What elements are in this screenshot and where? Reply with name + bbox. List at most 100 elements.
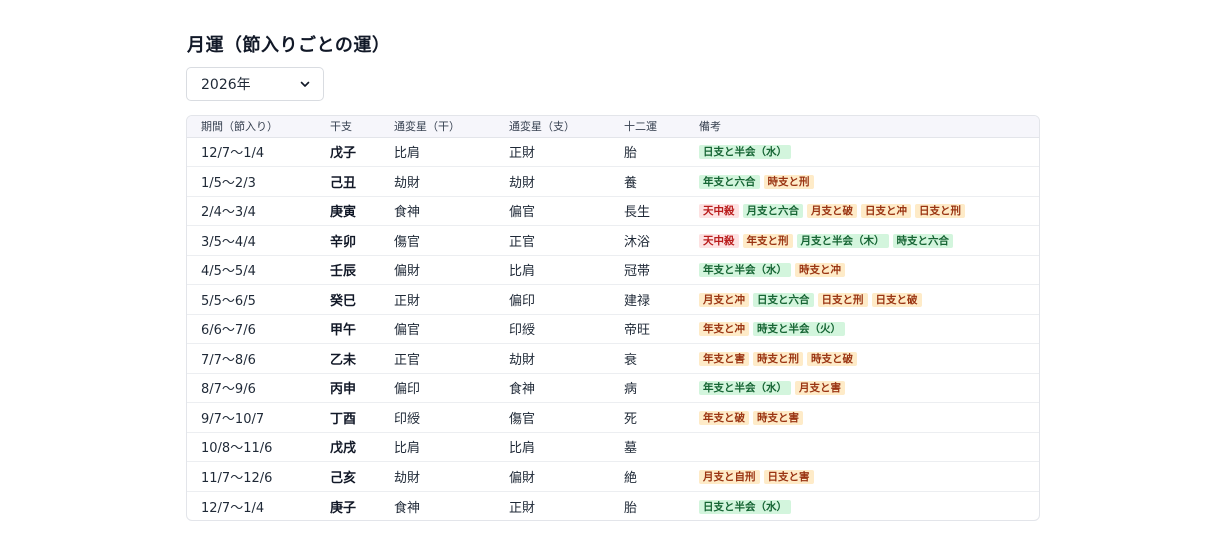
table-row: 7/7〜8/6 乙未 正官 劫財 衰 年支と害 時支と刑 時支と破 — [187, 344, 1039, 373]
note-badge: 年支と冲 — [699, 322, 749, 337]
note-badge: 日支と刑 — [915, 204, 965, 219]
tsuhen-shi-cell: 偏財 — [509, 470, 536, 486]
tsuhen-shi-cell: 傷官 — [509, 411, 536, 427]
note-badge: 年支と破 — [699, 410, 749, 425]
tsuhen-kan-cell: 印綬 — [394, 411, 421, 427]
page-title: 月運（節入りごとの運） — [187, 35, 391, 56]
tsuhen-shi-cell: 劫財 — [509, 352, 536, 368]
table-row: 10/8〜11/6 戊戌 比肩 比肩 墓 — [187, 432, 1039, 462]
kanshi-cell: 丙申 — [330, 382, 357, 398]
note-badge: 天中殺 — [699, 204, 739, 219]
note-badge: 月支と害 — [795, 381, 845, 396]
notes-cell: 日支と半会（水） — [685, 491, 1039, 520]
tsuhen-shi-cell: 比肩 — [509, 264, 536, 280]
juniun-cell: 養 — [624, 175, 638, 191]
header-tsuhen-kan: 通変星（干） — [394, 120, 460, 134]
header-period: 期間（節入り） — [201, 120, 278, 134]
juniun-cell: 建禄 — [624, 293, 651, 309]
juniun-cell: 死 — [624, 411, 638, 427]
note-badge: 日支と破 — [871, 292, 922, 307]
tsuhen-kan-cell: 比肩 — [394, 146, 421, 162]
notes-cell: 年支と半会（水） 時支と冲 — [685, 255, 1039, 285]
notes-cell: 年支と六合 時支と刑 — [685, 167, 1039, 197]
tsuhen-kan-cell: 比肩 — [394, 441, 421, 457]
chevron-down-icon — [300, 81, 310, 87]
notes-cell: 年支と半会（水） 月支と害 — [685, 373, 1039, 403]
tsuhen-shi-cell: 正財 — [509, 500, 536, 516]
notes-cell: 月支と自刑 日支と害 — [685, 462, 1039, 492]
note-badge: 日支と半会（水） — [699, 499, 791, 514]
juniun-cell: 絶 — [624, 470, 638, 486]
note-badge: 月支と破 — [807, 204, 857, 219]
period-cell: 5/5〜6/5 — [201, 293, 256, 309]
period-cell: 11/7〜12/6 — [201, 470, 273, 486]
note-badge: 時支と半会（火） — [753, 322, 845, 337]
kanshi-cell: 丁酉 — [330, 411, 357, 427]
table-row: 9/7〜10/7 丁酉 印綬 傷官 死 年支と破 時支と害 — [187, 403, 1039, 433]
period-cell: 12/7〜1/4 — [201, 146, 265, 162]
note-badge: 日支と害 — [763, 469, 814, 484]
period-cell: 1/5〜2/3 — [201, 175, 256, 191]
tsuhen-shi-cell: 正財 — [509, 146, 536, 162]
header-notes: 備考 — [699, 120, 721, 134]
period-cell: 8/7〜9/6 — [201, 382, 256, 398]
table-row: 6/6〜7/6 甲午 偏官 印綬 帝旺 年支と冲 時支と半会（火） — [187, 314, 1039, 344]
note-badge: 時支と破 — [807, 351, 857, 366]
year-select[interactable]: 2026年 — [186, 67, 324, 101]
note-badge: 年支と六合 — [699, 174, 760, 189]
tsuhen-kan-cell: 劫財 — [394, 470, 421, 486]
juniun-cell: 沐浴 — [624, 234, 651, 250]
tsuhen-shi-cell: 食神 — [509, 382, 536, 398]
note-badge: 年支と半会（水） — [699, 381, 791, 396]
note-badge: 月支と自刑 — [699, 469, 760, 484]
table-row: 12/7〜1/4 庚子 食神 正財 胎 日支と半会（水） — [187, 491, 1039, 520]
note-badge: 時支と害 — [753, 410, 803, 425]
note-badge: 日支と半会（水） — [699, 145, 791, 160]
header-tsuhen-shi: 通変星（支） — [509, 120, 575, 134]
tsuhen-shi-cell: 正官 — [509, 234, 536, 250]
note-badge: 日支と六合 — [753, 292, 814, 307]
tsuhen-shi-cell: 劫財 — [509, 175, 536, 191]
kanshi-cell: 癸巳 — [330, 293, 357, 309]
note-badge: 年支と刑 — [742, 233, 793, 248]
tsuhen-kan-cell: 偏印 — [394, 382, 421, 398]
tsuhen-shi-cell: 印綬 — [509, 323, 536, 339]
table-row: 4/5〜5/4 壬辰 偏財 比肩 冠帯 年支と半会（水） 時支と冲 — [187, 255, 1039, 285]
note-badge: 月支と冲 — [699, 292, 749, 307]
table-row: 1/5〜2/3 己丑 劫財 劫財 養 年支と六合 時支と刑 — [187, 167, 1039, 197]
tsuhen-kan-cell: 偏財 — [394, 264, 421, 280]
table-row: 5/5〜6/5 癸巳 正財 偏印 建禄 月支と冲 日支と六合 日支と刑 日支と破 — [187, 285, 1039, 315]
juniun-cell: 墓 — [624, 441, 638, 457]
notes-cell: 年支と破 時支と害 — [685, 403, 1039, 433]
tsuhen-kan-cell: 偏官 — [394, 323, 421, 339]
juniun-cell: 胎 — [624, 146, 638, 162]
kanshi-cell: 辛卯 — [330, 234, 357, 250]
notes-cell: 天中殺 年支と刑 月支と半会（木） 時支と六合 — [685, 226, 1039, 256]
table-row: 3/5〜4/4 辛卯 傷官 正官 沐浴 天中殺 年支と刑 月支と半会（木） 時支と六合 — [187, 226, 1039, 256]
kanshi-cell: 戊子 — [330, 146, 357, 162]
notes-cell — [685, 432, 1039, 462]
kanshi-cell: 甲午 — [330, 323, 357, 339]
juniun-cell: 長生 — [624, 205, 651, 221]
kanshi-cell: 庚子 — [330, 500, 357, 516]
period-cell: 6/6〜7/6 — [201, 323, 256, 339]
note-badge: 年支と半会（水） — [699, 263, 791, 278]
tsuhen-shi-cell: 比肩 — [509, 441, 536, 457]
header-kanshi: 干支 — [330, 120, 352, 134]
tsuhen-kan-cell: 正財 — [394, 293, 421, 309]
notes-cell: 天中殺 月支と六合 月支と破 日支と冲 日支と刑 — [685, 196, 1039, 226]
period-cell: 12/7〜1/4 — [201, 500, 265, 516]
period-cell: 3/5〜4/4 — [201, 234, 256, 250]
note-badge: 時支と六合 — [892, 233, 953, 248]
period-cell: 10/8〜11/6 — [201, 441, 273, 457]
period-cell: 2/4〜3/4 — [201, 205, 256, 221]
note-badge: 時支と刑 — [753, 351, 803, 366]
kanshi-cell: 庚寅 — [330, 205, 357, 221]
notes-cell: 月支と冲 日支と六合 日支と刑 日支と破 — [685, 285, 1039, 315]
table-row: 2/4〜3/4 庚寅 食神 偏官 長生 天中殺 月支と六合 月支と破 日支と冲 日支と刑 — [187, 196, 1039, 226]
note-badge: 日支と刑 — [817, 292, 868, 307]
notes-cell: 日支と半会（水） — [685, 137, 1039, 167]
tsuhen-shi-cell: 偏官 — [509, 205, 536, 221]
juniun-cell: 冠帯 — [624, 264, 651, 280]
period-cell: 7/7〜8/6 — [201, 352, 256, 368]
